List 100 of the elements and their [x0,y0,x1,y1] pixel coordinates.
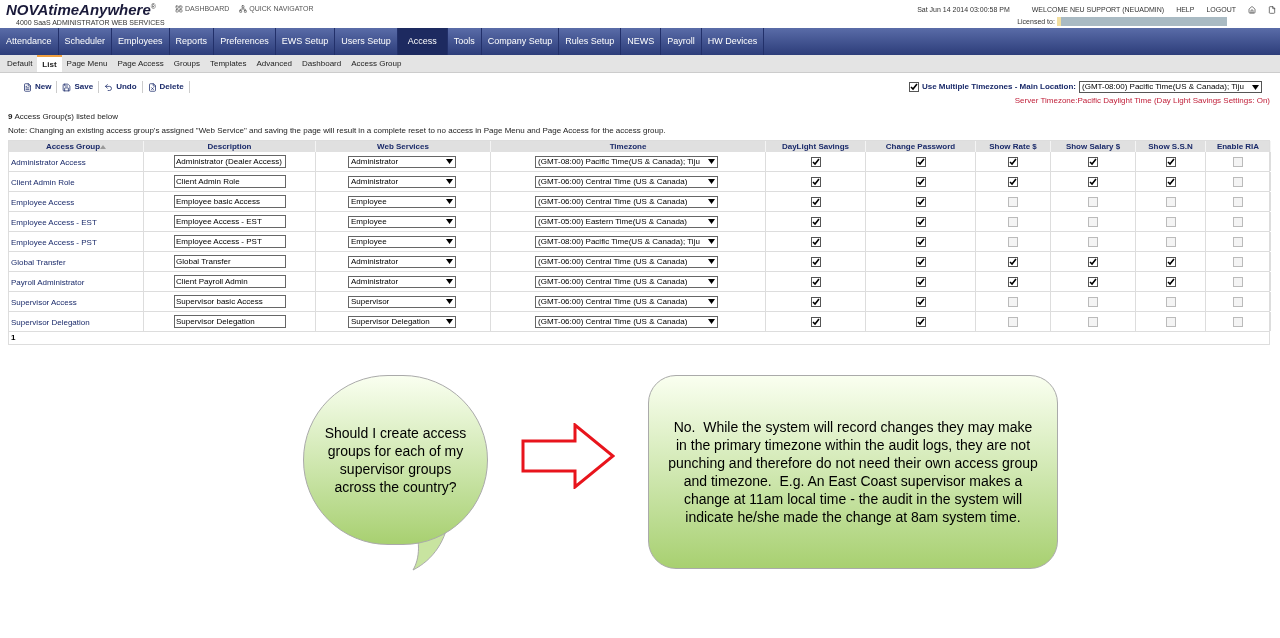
checkbox[interactable] [1088,176,1098,187]
description-field[interactable]: Employee basic Access [174,195,286,208]
timezone-select[interactable]: (GMT-06:00) Central Time (US & Canada) [535,195,718,208]
checkbox[interactable] [810,216,821,227]
page-icon[interactable] [1268,6,1276,15]
home-icon[interactable] [1248,6,1256,15]
checkbox[interactable] [1088,196,1098,207]
column-header[interactable]: Show Salary $ [1051,141,1136,152]
description-field[interactable]: Supervisor Delegation [174,315,286,328]
web-service-select[interactable]: Employee [348,215,456,228]
sub-tab[interactable]: Default [2,55,38,72]
checkbox[interactable] [915,316,926,327]
sub-tab[interactable]: Page Access [112,55,169,72]
checkbox[interactable] [915,216,926,227]
checkbox[interactable] [1008,236,1018,247]
timezone-select[interactable]: (GMT-06:00) Central Time (US & Canada) [535,315,718,328]
checkbox[interactable] [810,176,821,187]
description-field[interactable]: Client Admin Role [174,175,286,188]
page-number[interactable]: 1 [11,332,16,344]
checkbox[interactable] [1233,276,1243,287]
checkbox[interactable] [1165,316,1176,327]
sub-tab[interactable]: List [37,55,62,72]
checkbox[interactable] [1165,196,1176,207]
checkbox[interactable] [810,256,821,267]
checkbox[interactable] [915,176,926,187]
checkbox[interactable] [1165,276,1176,287]
column-header[interactable]: Show S.S.N [1136,141,1206,152]
checkbox[interactable] [908,82,919,92]
checkbox[interactable] [1088,316,1098,327]
checkbox[interactable] [1088,256,1098,267]
column-header[interactable]: Access Group [9,141,144,152]
toolbar-button[interactable]: Undo [99,81,143,93]
checkbox[interactable] [1233,236,1243,247]
checkbox[interactable] [1088,276,1098,287]
checkbox[interactable] [915,196,926,207]
checkbox[interactable] [1088,296,1098,307]
checkbox[interactable] [810,156,821,167]
checkbox[interactable] [915,256,926,267]
web-service-select[interactable]: Supervisor [348,295,456,308]
checkbox[interactable] [1088,216,1098,227]
checkbox[interactable] [1165,216,1176,227]
checkbox[interactable] [1008,296,1018,307]
checkbox[interactable] [1008,276,1018,287]
description-field[interactable]: Administrator (Dealer Access) [174,155,286,168]
column-header[interactable]: Description [144,141,316,152]
checkbox[interactable] [810,316,821,327]
checkbox[interactable] [915,296,926,307]
column-header[interactable]: Timezone [491,141,766,152]
checkbox[interactable] [1165,236,1176,247]
timezone-select[interactable]: (GMT-06:00) Central Time (US & Canada) [535,175,718,188]
toolbar-button[interactable]: Delete [142,81,190,93]
sub-tab[interactable]: Dashboard [297,55,347,72]
checkbox[interactable] [810,196,821,207]
checkbox[interactable] [1008,176,1018,187]
checkbox[interactable] [1233,216,1243,227]
description-field[interactable]: Client Payroll Admin [174,275,286,288]
column-header[interactable]: Show Rate $ [976,141,1051,152]
description-field[interactable]: Supervisor basic Access [174,295,286,308]
checkbox[interactable] [1088,156,1098,167]
checkbox[interactable] [1233,196,1243,207]
checkbox[interactable] [1165,296,1176,307]
web-service-select[interactable]: Supervisor Delegation [348,315,456,328]
sub-tab[interactable]: Groups [168,55,205,72]
timezone-select[interactable]: (GMT-06:00) Central Time (US & Canada) [535,275,718,288]
column-header[interactable]: Enable RIA [1206,141,1271,152]
web-service-select[interactable]: Administrator [348,175,456,188]
column-header[interactable]: DayLight Savings [766,141,866,152]
timezone-select[interactable]: (GMT-05:00) Eastern Time(US & Canada) [535,215,718,228]
checkbox[interactable] [1233,176,1243,187]
checkbox[interactable] [1233,296,1243,307]
web-service-select[interactable]: Administrator [348,155,456,168]
sub-tab[interactable]: Templates [205,55,252,72]
sub-tab[interactable]: Page Menu [61,55,113,72]
checkbox[interactable] [1008,316,1018,327]
web-service-select[interactable]: Administrator [348,255,456,268]
column-header[interactable]: Change Password [866,141,976,152]
checkbox[interactable] [1008,216,1018,227]
checkbox[interactable] [915,236,926,247]
checkbox[interactable] [1165,176,1176,187]
web-service-select[interactable]: Administrator [348,275,456,288]
checkbox[interactable] [810,296,821,307]
checkbox[interactable] [915,156,926,167]
checkbox[interactable] [1233,316,1243,327]
toolbar-button[interactable]: New [18,81,58,93]
web-service-select[interactable]: Employee [348,235,456,248]
timezone-select[interactable]: (GMT-06:00) Central Time (US & Canada) [535,295,718,308]
checkbox[interactable] [1008,196,1018,207]
checkbox[interactable] [1233,156,1243,167]
checkbox[interactable] [1008,256,1018,267]
checkbox[interactable] [1233,256,1243,267]
sub-tab[interactable]: Advanced [251,55,298,72]
nav-tab[interactable]: Access [397,28,448,55]
checkbox[interactable] [810,276,821,287]
checkbox[interactable] [915,276,926,287]
description-field[interactable]: Employee Access - PST [174,235,286,248]
checkbox[interactable] [810,236,821,247]
timezone-select[interactable]: (GMT-06:00) Central Time (US & Canada) [535,255,718,268]
checkbox[interactable] [1008,156,1018,167]
sub-tab[interactable]: Access Group [346,55,407,72]
timezone-select[interactable]: (GMT-08:00) Pacific Time(US & Canada); Tiju [535,155,718,168]
